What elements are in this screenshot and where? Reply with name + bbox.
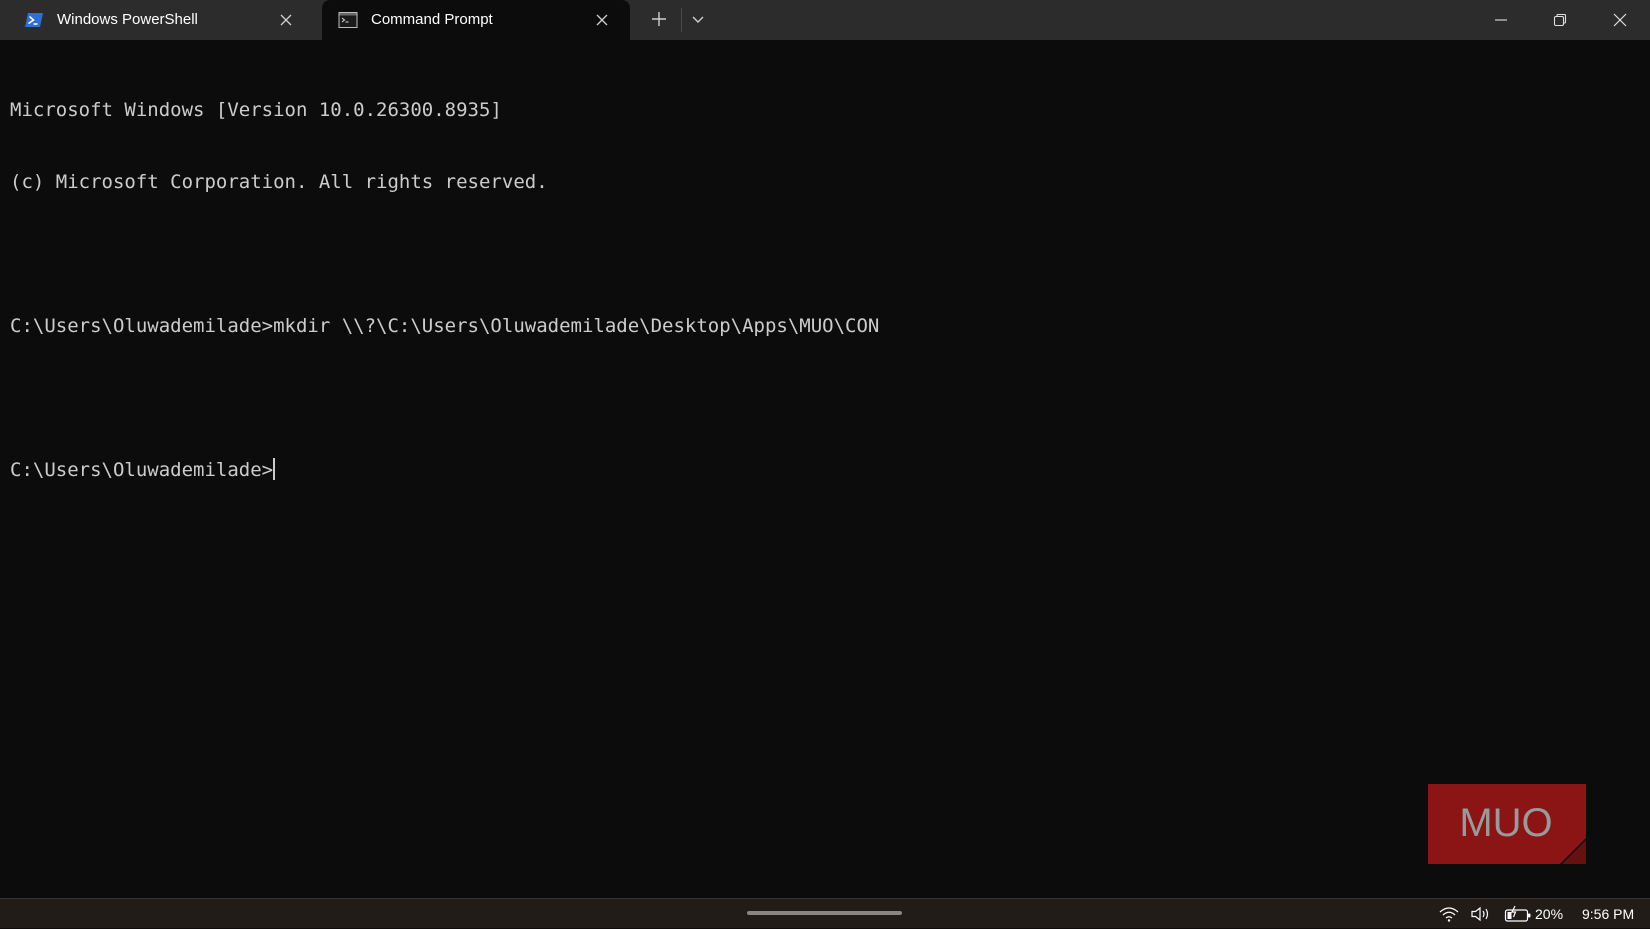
wifi-icon[interactable] (1438, 899, 1460, 929)
restore-icon (1553, 13, 1567, 27)
plus-icon[interactable] (648, 8, 670, 30)
powershell-icon (24, 11, 44, 29)
restore-button[interactable] (1531, 0, 1589, 40)
cmd-icon (338, 11, 358, 29)
home-indicator[interactable] (747, 911, 902, 915)
terminal-line: C:\Users\Oluwademilade>mkdir \\?\C:\User… (10, 315, 880, 337)
close-tab-icon[interactable] (278, 12, 294, 28)
minimize-button[interactable] (1472, 0, 1530, 40)
close-window-button[interactable] (1591, 0, 1649, 40)
text-cursor (273, 458, 275, 480)
clock[interactable]: 9:56 PM (1582, 899, 1634, 929)
muo-watermark-logo: MUO (1428, 784, 1586, 864)
terminal-line: (c) Microsoft Corporation. All rights re… (10, 171, 548, 193)
taskbar: 20% 9:56 PM (0, 898, 1650, 928)
tab-windows-powershell[interactable]: Windows PowerShell (8, 0, 314, 40)
terminal-prompt: C:\Users\Oluwademilade> (10, 459, 274, 481)
terminal-line: Microsoft Windows [Version 10.0.26300.89… (10, 99, 502, 121)
tab-command-prompt[interactable]: Command Prompt (322, 0, 630, 40)
tab-label: Windows PowerShell (57, 11, 198, 28)
minimize-icon (1495, 19, 1507, 21)
battery-percent: 20% (1535, 906, 1564, 922)
tab-separator (681, 8, 682, 32)
battery-charging-icon[interactable] (1504, 899, 1532, 929)
terminal-prompt-line: C:\Users\Oluwademilade> (10, 458, 1630, 482)
chevron-down-icon[interactable] (688, 9, 708, 29)
close-tab-icon[interactable] (594, 12, 610, 28)
title-bar: Windows PowerShell Command Prompt (0, 0, 1650, 40)
terminal-output[interactable]: Microsoft Windows [Version 10.0.26300.89… (10, 50, 1630, 506)
tab-label: Command Prompt (371, 11, 493, 28)
close-icon (1613, 13, 1627, 27)
watermark-text: MUO (1459, 801, 1552, 845)
volume-icon[interactable] (1470, 899, 1492, 929)
